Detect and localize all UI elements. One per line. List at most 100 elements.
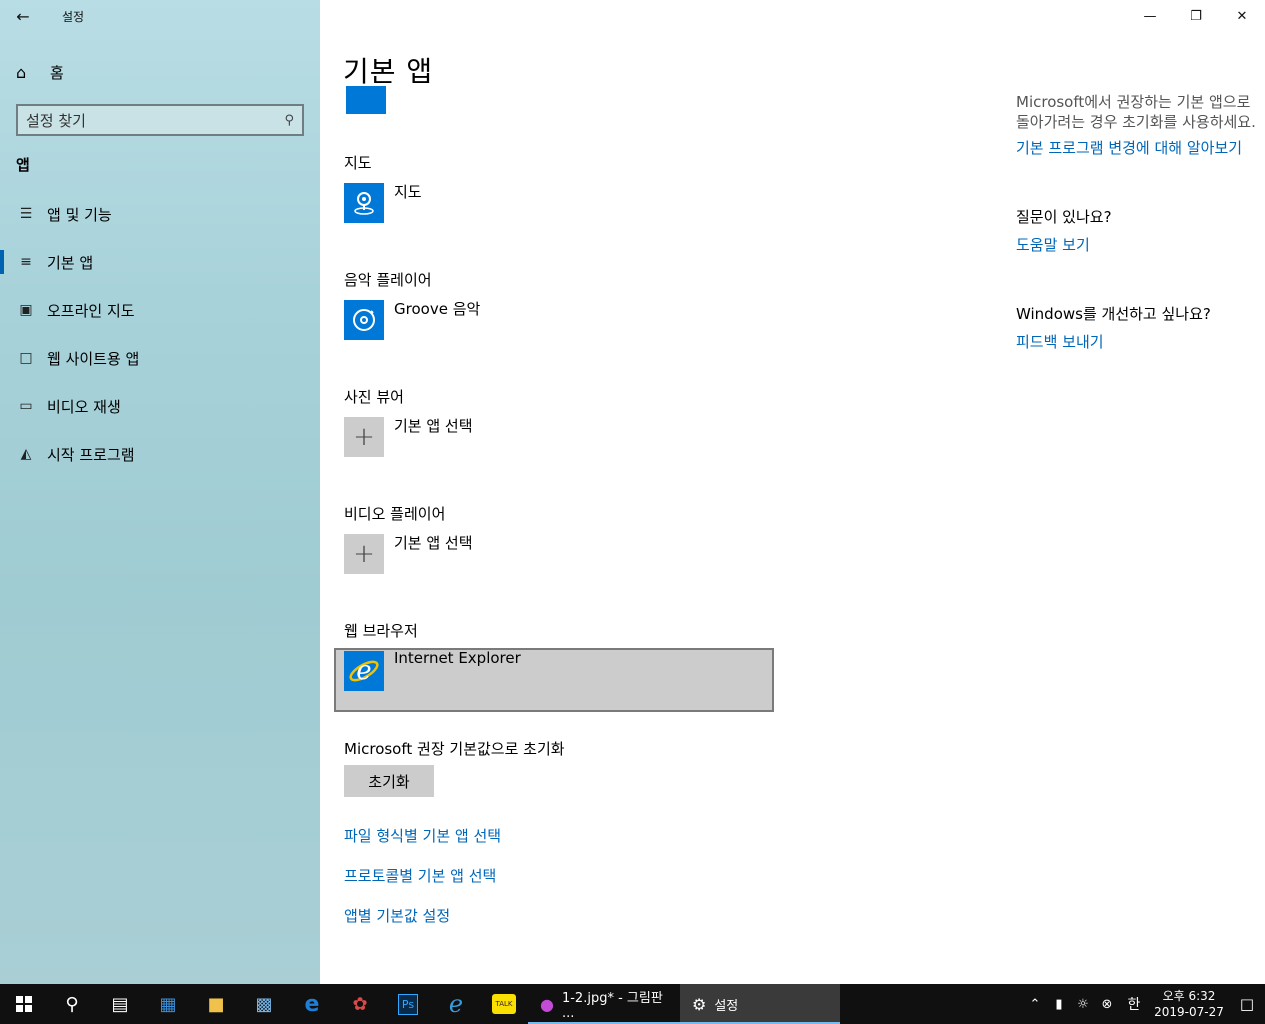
app-picker-browser[interactable]: e Internet Explorer [344, 649, 521, 691]
sidebar-item-label: 기본 앱 [47, 253, 94, 272]
apps-features-icon: ☰ [19, 206, 33, 222]
offline-maps-icon: ▣ [19, 302, 33, 318]
volume-muted-icon[interactable]: ⊗ [1095, 997, 1119, 1012]
clock-time: 오후 6:32 [1162, 989, 1216, 1003]
maps-icon [344, 183, 384, 223]
system-tray: ⌃ ▮ ☼ ⊗ 한 오후 6:32 2019-07-27 □ [1023, 984, 1265, 1024]
page-title: 기본 앱 [343, 55, 434, 88]
home-icon: ⌂ [16, 62, 27, 82]
group-maps: 지도 지도 [344, 152, 422, 223]
search-input[interactable]: 설정 찾기 ⚲ [16, 104, 304, 136]
sidebar-item-label: 비디오 재생 [47, 397, 121, 416]
group-web-browser: 웹 브라우저 e Internet Explorer [344, 620, 521, 691]
photoshop-icon[interactable]: Ps [384, 984, 432, 1024]
minimize-icon[interactable]: — [1127, 0, 1173, 32]
task-view-icon[interactable]: ▤ [96, 984, 144, 1024]
app-picker-video[interactable]: + 기본 앱 선택 [344, 534, 473, 574]
wifi-icon[interactable]: ☼ [1071, 997, 1095, 1012]
group-video-player: 비디오 플레이어 + 기본 앱 선택 [344, 503, 473, 574]
taskbar-app-settings[interactable]: ⚙ 설정 [680, 984, 840, 1024]
startup-icon: ◭ [20, 446, 32, 462]
video-playback-icon: ▭ [19, 398, 33, 414]
choose-by-file-type-link[interactable]: 파일 형식별 기본 앱 선택 [344, 825, 501, 846]
sidebar-item-startup[interactable]: ◭ 시작 프로그램 [0, 430, 320, 478]
learn-more-link[interactable]: 기본 프로그램 변경에 대해 알아보기 [1016, 138, 1256, 158]
reset-button[interactable]: 초기화 [344, 765, 434, 797]
app-picker-maps[interactable]: 지도 [344, 183, 422, 223]
restore-icon[interactable]: ❐ [1173, 0, 1219, 32]
choose-by-protocol-link[interactable]: 프로토콜별 기본 앱 선택 [344, 865, 496, 886]
sidebar-item-label: 웹 사이트용 앱 [47, 349, 140, 368]
group-label: 비디오 플레이어 [344, 505, 446, 523]
sidebar-item-label: 시작 프로그램 [47, 445, 135, 464]
app-name: 기본 앱 선택 [394, 534, 473, 552]
set-defaults-by-app-link[interactable]: 앱별 기본값 설정 [344, 905, 450, 926]
close-icon[interactable]: ✕ [1219, 0, 1265, 32]
search-icon[interactable]: ⚲ [48, 984, 96, 1024]
gear-icon: ⚙ [692, 994, 707, 1014]
search-placeholder: 설정 찾기 [26, 111, 86, 130]
reset-label: Microsoft 권장 기본값으로 초기화 [344, 740, 565, 758]
group-photo-viewer: 사진 뷰어 + 기본 앱 선택 [344, 386, 473, 457]
related-pane: Microsoft에서 권장하는 기본 앱으로 돌아가려는 경우 초기화를 사용… [1016, 92, 1256, 352]
home-label: 홈 [50, 63, 64, 82]
group-label: 지도 [344, 154, 372, 172]
group-label: 웹 브라우저 [344, 622, 418, 640]
ime-indicator[interactable]: 한 [1119, 994, 1149, 1014]
plus-icon: + [344, 417, 384, 457]
app-icon-2[interactable]: ▩ [240, 984, 288, 1024]
group-music-player: 음악 플레이어 Groove 음악 [344, 269, 480, 340]
section-label: 앱 [16, 156, 30, 174]
kakaotalk-icon[interactable]: TALK [480, 984, 528, 1024]
app-picker-photo[interactable]: + 기본 앱 선택 [344, 417, 473, 457]
group-label: 음악 플레이어 [344, 271, 432, 289]
sidebar-item-label: 오프라인 지도 [47, 301, 135, 320]
apps-for-websites-icon: □ [19, 350, 33, 366]
app-name: Groove 음악 [394, 300, 481, 318]
edge-icon[interactable]: e [288, 984, 336, 1024]
network-device-icon[interactable]: ▮ [1047, 997, 1071, 1012]
sidebar-home[interactable]: ⌂ 홈 [16, 60, 64, 84]
taskbar-app-label: 설정 [714, 998, 739, 1014]
partial-app-tile[interactable] [346, 86, 386, 114]
chevron-up-icon[interactable]: ⌃ [1023, 997, 1047, 1012]
paint-palette-icon[interactable]: ✿ [336, 984, 384, 1024]
back-arrow-icon[interactable]: ← [0, 0, 46, 32]
app-picker-music[interactable]: Groove 음악 [344, 300, 480, 340]
sidebar-item-offline-maps[interactable]: ▣ 오프라인 지도 [0, 286, 320, 334]
improve-heading: Windows를 개선하고 싶나요? [1016, 305, 1211, 323]
sidebar-item-video-playback[interactable]: ▭ 비디오 재생 [0, 382, 320, 430]
question-heading: 질문이 있나요? [1016, 208, 1112, 226]
taskbar-app-label: 1-2.jpg* - 그림판 ... [561, 991, 663, 1021]
clock[interactable]: 오후 6:32 2019-07-27 [1149, 988, 1229, 1020]
windows-start-icon[interactable] [0, 984, 48, 1024]
reset-description: Microsoft에서 권장하는 기본 앱으로 돌아가려는 경우 초기화를 사용… [1016, 93, 1256, 131]
sidebar-item-apps-for-websites[interactable]: □ 웹 사이트용 앱 [0, 334, 320, 382]
window-controls: — ❐ ✕ [1127, 0, 1265, 32]
plus-icon: + [344, 534, 384, 574]
feedback-link[interactable]: 피드백 보내기 [1016, 332, 1256, 352]
search-icon[interactable]: ⚲ [284, 113, 294, 128]
internet-explorer-icon: e [344, 651, 384, 691]
sidebar-nav: ☰ 앱 및 기능 ≡ 기본 앱 ▣ 오프라인 지도 □ 웹 사이트용 앱 ▭ 비… [0, 190, 320, 478]
notification-icon[interactable]: □ [1229, 995, 1265, 1013]
sidebar: ← 설정 ⌂ 홈 설정 찾기 ⚲ 앱 ☰ 앱 및 기능 ≡ 기본 앱 ▣ 오프라… [0, 0, 320, 984]
window-title: 설정 [62, 9, 85, 24]
internet-explorer-icon[interactable]: e [432, 984, 480, 1024]
taskbar: ⚲ ▤ ▦ ■ ▩ e ✿ Ps e TALK ● 1-2.jpg* - 그림판… [0, 984, 1265, 1024]
get-help-link[interactable]: 도움말 보기 [1016, 235, 1256, 255]
app-name: 지도 [394, 183, 422, 201]
groove-music-icon [344, 300, 384, 340]
file-explorer-icon[interactable]: ■ [192, 984, 240, 1024]
app-icon-1[interactable]: ▦ [144, 984, 192, 1024]
sidebar-item-default-apps[interactable]: ≡ 기본 앱 [0, 238, 320, 286]
clock-date: 2019-07-27 [1154, 1005, 1224, 1019]
default-apps-icon: ≡ [20, 254, 32, 270]
paint3d-icon: ● [540, 994, 554, 1014]
sidebar-item-apps-features[interactable]: ☰ 앱 및 기능 [0, 190, 320, 238]
app-name: 기본 앱 선택 [394, 417, 473, 435]
app-name: Internet Explorer [394, 649, 521, 667]
titlebar: ← 설정 [0, 0, 84, 32]
svg-text:e: e [356, 656, 371, 686]
taskbar-app-paint[interactable]: ● 1-2.jpg* - 그림판 ... [528, 984, 680, 1024]
